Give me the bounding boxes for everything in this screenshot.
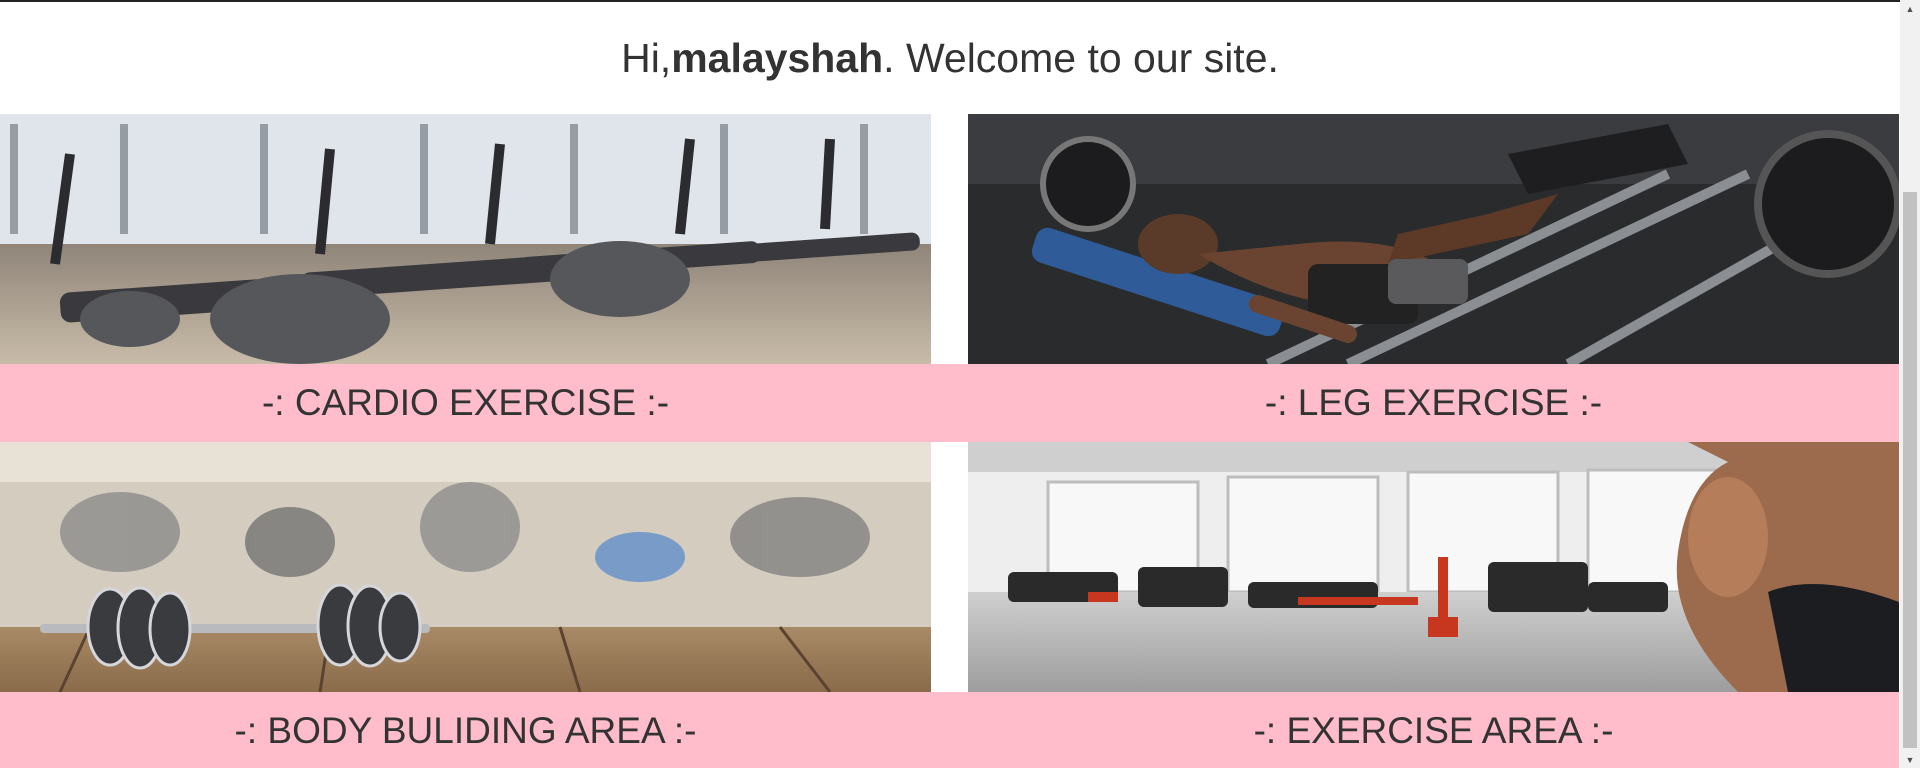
tile-caption: -: EXERCISE AREA :- bbox=[1253, 710, 1614, 751]
triangle-down-icon[interactable]: ▼ bbox=[1900, 751, 1920, 768]
tile-exercise-area[interactable]: -: EXERCISE AREA :- bbox=[968, 442, 1899, 768]
triangle-up-icon[interactable]: ▲ bbox=[1900, 0, 1920, 17]
exercise-area-image bbox=[968, 442, 1899, 692]
username: malayshah bbox=[671, 34, 884, 81]
tile-caption: -: LEG EXERCISE :- bbox=[1264, 382, 1603, 423]
cardio-exercise-image bbox=[0, 114, 931, 364]
welcome-banner: Hi, malayshah. Welcome to our site. bbox=[0, 2, 1900, 114]
body-building-area-image bbox=[0, 442, 931, 692]
leg-exercise-image bbox=[968, 114, 1899, 364]
tile-caption: -: BODY BULIDING AREA :- bbox=[234, 710, 697, 751]
greeting-suffix: . Welcome to our site. bbox=[883, 34, 1279, 81]
tile-body-building-area[interactable]: -: BODY BULIDING AREA :- bbox=[0, 442, 931, 768]
tile-cardio-exercise[interactable]: -: CARDIO EXERCISE :- bbox=[0, 114, 931, 442]
greeting-prefix: Hi, bbox=[621, 34, 672, 81]
tile-caption: -: CARDIO EXERCISE :- bbox=[261, 382, 670, 423]
tile-leg-exercise[interactable]: -: LEG EXERCISE :- bbox=[968, 114, 1899, 442]
page: Hi, malayshah. Welcome to our site. -: C… bbox=[0, 0, 1920, 768]
vertical-scrollbar[interactable]: ▲ ▼ bbox=[1900, 0, 1920, 768]
scrollbar-thumb[interactable] bbox=[1903, 192, 1917, 748]
